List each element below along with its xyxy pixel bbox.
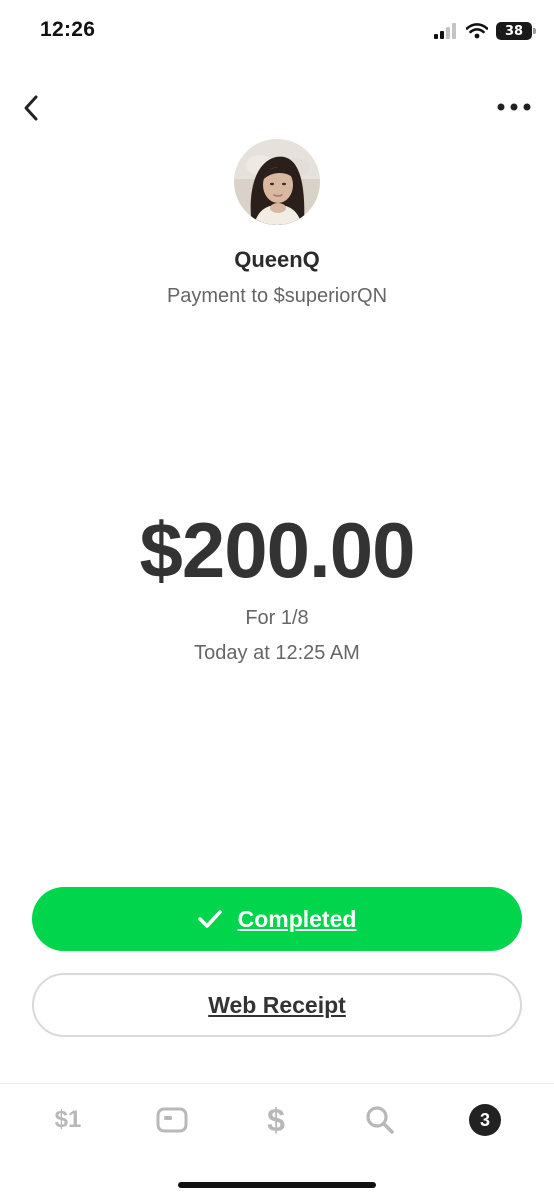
checkmark-icon [197, 910, 222, 928]
recipient-avatar[interactable] [234, 139, 320, 225]
payment-timestamp: Today at 12:25 AM [194, 642, 360, 664]
status-time: 12:26 [40, 18, 96, 41]
bottom-nav: $1 $ 3 [0, 1090, 554, 1150]
more-options-button[interactable] [494, 92, 534, 122]
chevron-left-icon [24, 95, 38, 121]
nav-money-tab[interactable]: $1 [40, 1090, 96, 1150]
nav-money-label: $1 [54, 1106, 82, 1133]
status-icons: 38 [434, 22, 536, 40]
recipient-name: QueenQ [234, 247, 320, 272]
payment-amount: $200.00 [139, 506, 416, 594]
ellipsis-icon [497, 103, 531, 111]
home-indicator [178, 1182, 376, 1188]
search-icon [366, 1106, 394, 1134]
nav-pay-label: $ [267, 1101, 285, 1138]
nav-activity-tab[interactable]: 3 [463, 1090, 507, 1150]
cellular-signal-icon [434, 23, 456, 39]
nav-divider [0, 1083, 554, 1084]
wifi-icon [466, 23, 488, 39]
payment-subtitle: Payment to $superiorQN [166, 285, 388, 307]
battery-level: 38 [504, 23, 524, 39]
completed-label: Completed [237, 905, 357, 932]
nav-search-tab[interactable] [358, 1090, 402, 1150]
web-receipt-button[interactable]: Web Receipt [32, 973, 522, 1037]
payment-note: For 1/8 [245, 607, 309, 629]
web-receipt-label: Web Receipt [208, 991, 346, 1018]
card-icon [156, 1107, 188, 1133]
nav-card-tab[interactable] [150, 1090, 194, 1150]
activity-badge: 3 [469, 1104, 501, 1136]
nav-pay-tab[interactable]: $ [252, 1090, 300, 1150]
completed-button[interactable]: Completed [32, 887, 522, 951]
back-button[interactable] [14, 88, 48, 128]
battery-icon: 38 [496, 22, 536, 40]
avatar-photo [234, 139, 320, 225]
